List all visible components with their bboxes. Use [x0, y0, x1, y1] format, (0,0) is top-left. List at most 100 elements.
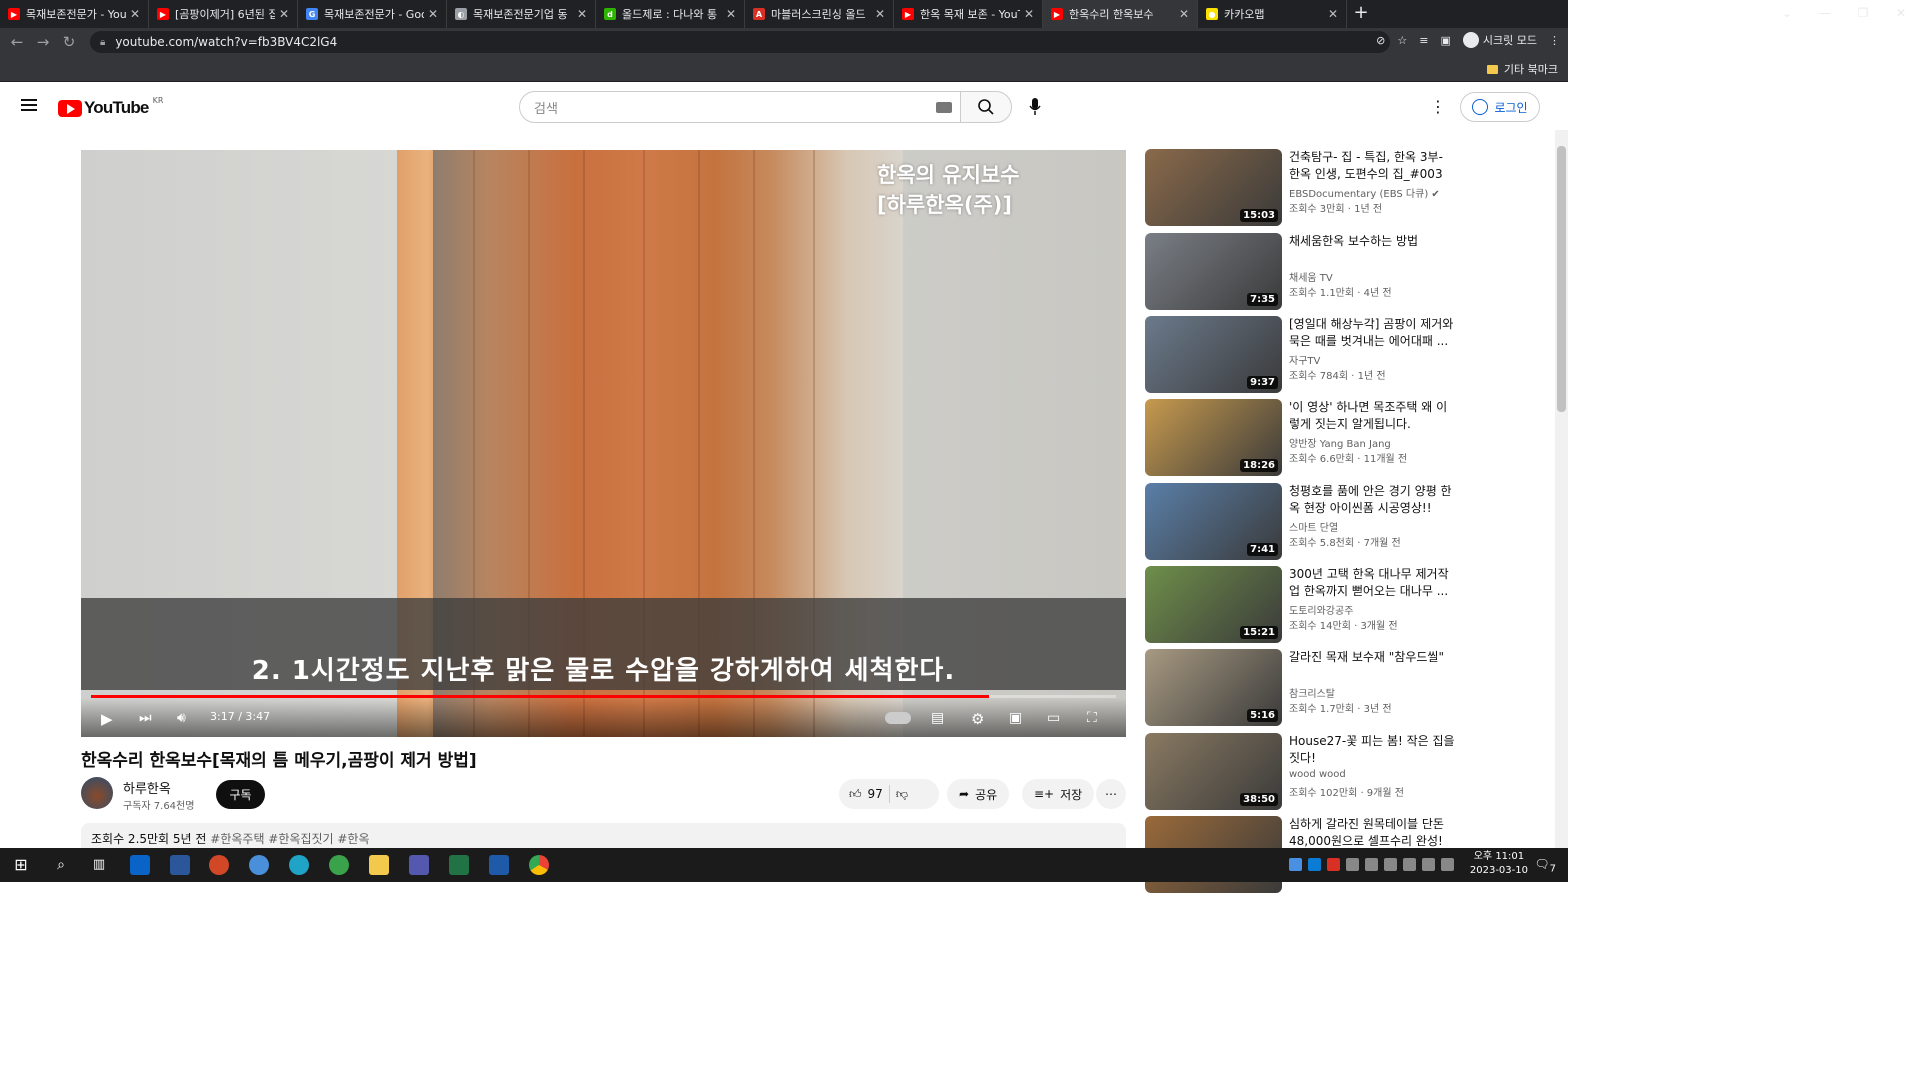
tab-close-icon[interactable]: ✕: [279, 7, 289, 21]
keyboard-icon[interactable]: [936, 102, 952, 113]
teams-icon[interactable]: [409, 855, 429, 875]
incognito-button[interactable]: 시크릿 모드: [1462, 32, 1537, 48]
recommended-title[interactable]: 청평호를 품에 안은 경기 양평 한옥 현장 아이씬폼 시공영상!! 아...: [1289, 483, 1457, 517]
clock[interactable]: 오후 11:01 2023-03-10: [1470, 850, 1528, 878]
windows-start-icon[interactable]: ⊞: [11, 855, 31, 875]
dislike-button[interactable]: 👎︎: [896, 787, 908, 802]
maps-globe-icon[interactable]: [329, 855, 349, 875]
minimize-icon[interactable]: —: [1806, 0, 1844, 28]
menu-icon[interactable]: [21, 99, 37, 111]
edge-icon[interactable]: [289, 855, 309, 875]
recommended-channel[interactable]: 도토리와강공주: [1289, 602, 1353, 617]
search-taskbar-icon[interactable]: ⌕: [51, 855, 71, 875]
tab-close-icon[interactable]: ✕: [875, 7, 885, 21]
login-button[interactable]: 로그인: [1460, 92, 1540, 122]
subtitles-icon[interactable]: ▤: [931, 710, 944, 726]
file-explorer-icon[interactable]: [369, 855, 389, 875]
other-bookmarks[interactable]: 기타 북마크: [1486, 61, 1558, 77]
excel-icon[interactable]: [449, 855, 469, 875]
task-view-icon[interactable]: ▥: [89, 855, 109, 875]
recommended-title[interactable]: 갈라진 목재 보수재 "참우드씰": [1289, 649, 1457, 666]
search-button[interactable]: [960, 91, 1012, 123]
recommended-video[interactable]: 15:03 건축탐구- 집 - 특집, 한옥 3부- 한옥 인생, 도편수의 집_…: [1145, 149, 1465, 227]
search-input[interactable]: 검색: [519, 91, 961, 123]
browser-tab[interactable]: ◐ 목재보존전문기업 동 ✕: [447, 0, 596, 28]
chat-icon[interactable]: [1346, 858, 1359, 871]
tab-close-icon[interactable]: ✕: [428, 7, 438, 21]
shield-icon[interactable]: [1289, 858, 1302, 871]
recommended-video[interactable]: 7:35 채세움한옥 보수하는 방법 채세움 TV 조회수 1.1만회 · 4년 전: [1145, 233, 1465, 311]
restore-icon[interactable]: ❐: [1844, 0, 1882, 28]
recommended-title[interactable]: 채세움한옥 보수하는 방법: [1289, 233, 1457, 250]
lock-icon[interactable]: 🔒︎: [100, 37, 105, 48]
close-window-icon[interactable]: ✕: [1882, 0, 1920, 28]
video-thumbnail[interactable]: 7:41: [1145, 483, 1282, 560]
recommended-video[interactable]: 7:41 청평호를 품에 안은 경기 양평 한옥 현장 아이씬폼 시공영상!! 아…: [1145, 483, 1465, 561]
recommended-channel[interactable]: wood wood: [1289, 769, 1346, 780]
recommended-title[interactable]: 건축탐구- 집 - 특집, 한옥 3부- 한옥 인생, 도편수의 집_#003: [1289, 149, 1457, 182]
save-button[interactable]: ≡+ 저장: [1022, 779, 1095, 809]
recommended-channel[interactable]: 자구TV: [1289, 352, 1320, 367]
hashtags[interactable]: #한옥주택 #한옥집짓기 #한옥: [210, 832, 369, 846]
browser-tab[interactable]: d 올드제로 : 다나와 통 ✕: [596, 0, 745, 28]
next-icon[interactable]: ⏭: [139, 710, 152, 726]
browser-tab[interactable]: ● 카카오맵 ✕: [1198, 0, 1347, 28]
volume-tray-icon[interactable]: [1384, 858, 1397, 871]
new-tab-button[interactable]: +: [1347, 0, 1375, 28]
recommended-video[interactable]: 18:26 '이 영상' 하나면 목조주택 왜 이렇게 짓는지 알게됩니다. 양반장…: [1145, 399, 1465, 477]
recommended-video[interactable]: 9:37 [영일대 해상누각] 곰팡이 제거와 묵은 때를 벗겨내는 에어대패 .…: [1145, 316, 1465, 394]
recommended-title[interactable]: 심하게 갈라진 원목테이블 단돈 48,000원으로 셀프수리 완성!: [1289, 816, 1457, 849]
recommended-channel[interactable]: 채세움 TV: [1289, 269, 1333, 284]
url-bar[interactable]: 🔒︎ youtube.com/watch?v=fb3BV4C2lG4: [90, 31, 1390, 53]
settings-gear-icon[interactable]: ⚙: [971, 710, 984, 728]
channel-avatar[interactable]: [81, 777, 113, 809]
recommended-title[interactable]: '이 영상' 하나면 목조주택 왜 이렇게 짓는지 알게됩니다.: [1289, 399, 1457, 432]
play-icon[interactable]: ▶: [101, 710, 113, 728]
scrollbar-thumb[interactable]: [1557, 146, 1566, 412]
video-thumbnail[interactable]: 38:50: [1145, 733, 1282, 810]
recommended-video[interactable]: 15:21 300년 고택 한옥 대나무 제거작업 한옥까지 뻗어오는 대나무 .…: [1145, 566, 1465, 644]
reload-icon[interactable]: ↻: [56, 33, 82, 51]
video-thumbnail[interactable]: 9:37: [1145, 316, 1282, 393]
network-icon[interactable]: [1403, 858, 1416, 871]
miniplayer-icon[interactable]: ▣: [1009, 710, 1022, 726]
outlook-icon[interactable]: [130, 855, 150, 875]
video-thumbnail[interactable]: 5:16: [1145, 649, 1282, 726]
speaker-icon[interactable]: [1422, 858, 1435, 871]
browser-tab[interactable]: ▶ 목재보존전문가 - You ✕: [0, 0, 149, 28]
word-icon[interactable]: [170, 855, 190, 875]
browser-tab[interactable]: ▶ 한옥수리 한옥보수 ✕: [1043, 0, 1198, 28]
media-control-icon[interactable]: ≡: [1419, 34, 1428, 47]
forward-icon[interactable]: →: [30, 33, 56, 51]
bookmark-star-icon[interactable]: ☆: [1397, 34, 1407, 47]
fullscreen-icon[interactable]: ⛶: [1087, 710, 1097, 726]
video-thumbnail[interactable]: 18:26: [1145, 399, 1282, 476]
tab-close-icon[interactable]: ✕: [1179, 7, 1189, 21]
security-icon[interactable]: [1327, 858, 1340, 871]
video-player[interactable]: 한옥의 유지보수 [하루한옥(주)] 2. 1시간정도 지난후 맑은 물로 수압…: [81, 150, 1126, 737]
autoplay-toggle[interactable]: [885, 712, 911, 724]
browser-tab[interactable]: G 목재보존전문가 - Goo ✕: [298, 0, 447, 28]
tab-close-icon[interactable]: ✕: [130, 7, 140, 21]
video-thumbnail[interactable]: 15:03: [1145, 149, 1282, 226]
powerpoint-icon[interactable]: [209, 855, 229, 875]
like-button[interactable]: 👍︎ 97: [849, 787, 883, 802]
tab-close-icon[interactable]: ✕: [1328, 7, 1338, 21]
recommended-video[interactable]: 38:50 House27-꽃 피는 봄! 작은 집을 짓다! wood wood 조…: [1145, 733, 1465, 811]
youtube-logo[interactable]: YouTube KR: [58, 96, 163, 118]
browser-tab[interactable]: ▶ [곰팡이제거] 6년된 집 ✕: [149, 0, 298, 28]
channel-name[interactable]: 하루한옥: [123, 778, 171, 797]
browser-menu-icon[interactable]: ⋮: [1549, 34, 1560, 47]
side-panel-icon[interactable]: ▣: [1440, 34, 1450, 47]
settings-menu-icon[interactable]: ⋮: [1430, 97, 1446, 117]
tab-close-icon[interactable]: ✕: [577, 7, 587, 21]
language-icon[interactable]: [1441, 858, 1454, 871]
tab-search-icon[interactable]: ⌄: [1768, 0, 1806, 28]
video-thumbnail[interactable]: 7:35: [1145, 233, 1282, 310]
recommended-channel[interactable]: 스마트 단열: [1289, 519, 1338, 534]
share-button[interactable]: ➦ 공유: [947, 779, 1010, 809]
browser-tab[interactable]: A 마블러스크린싱 올드 ✕: [745, 0, 894, 28]
video-thumbnail[interactable]: 15:21: [1145, 566, 1282, 643]
recommended-channel[interactable]: 참크리스탈: [1289, 685, 1335, 700]
eye-off-icon[interactable]: ⊘: [1376, 34, 1385, 47]
